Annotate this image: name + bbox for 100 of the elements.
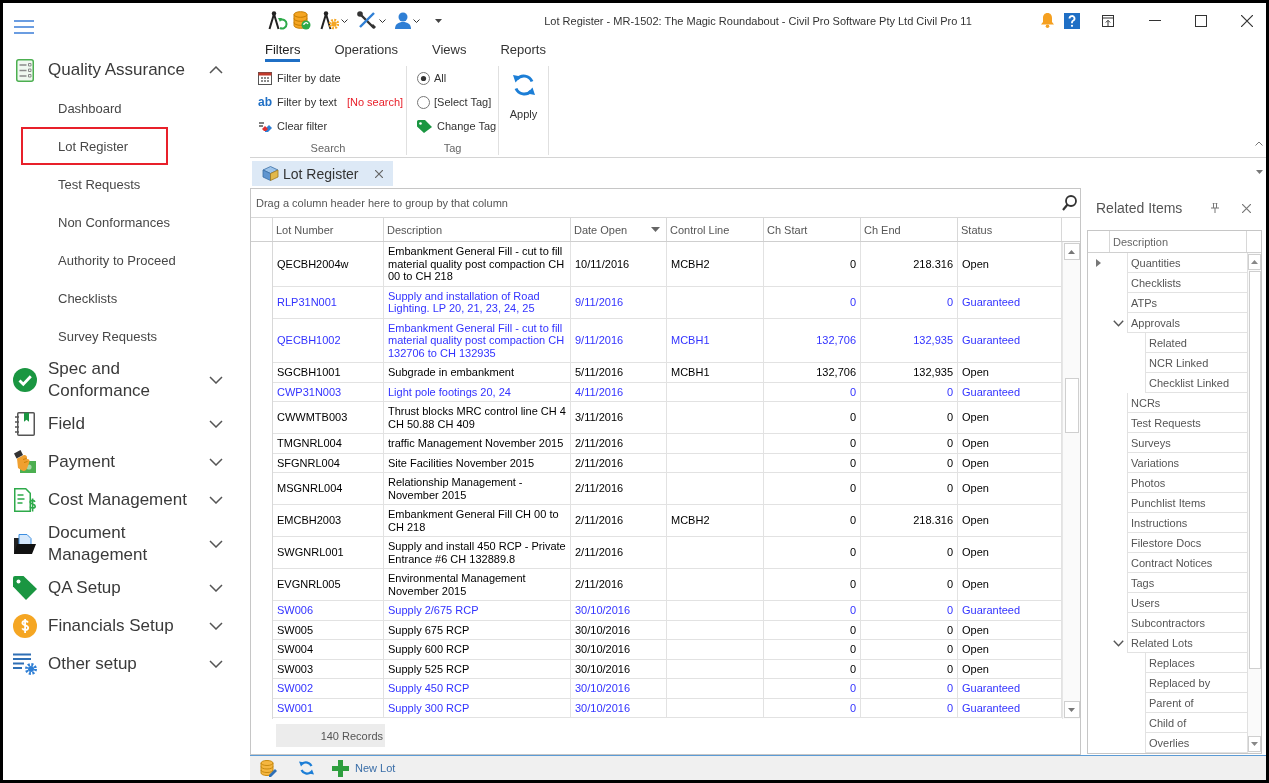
change-tag-button[interactable]: Change Tag: [417, 119, 497, 133]
sidebar-section-label[interactable]: Quality Assurance: [48, 59, 206, 81]
panel-arrow-icon[interactable]: [1102, 14, 1114, 27]
sidebar-item[interactable]: Dashboard: [21, 89, 168, 127]
filter-by-date-button[interactable]: Filter by date: [258, 71, 341, 85]
sidebar-item[interactable]: Survey Requests: [21, 317, 168, 355]
column-header[interactable]: Control Line: [667, 218, 764, 241]
new-lot-button[interactable]: New Lot: [332, 759, 396, 777]
table-row[interactable]: QECBH2004w Embankment General Fill - cut to fill material quality post compaction CH 00 to CH 218 10/11/2016 MCBH2 0 218.316 Open: [273, 242, 1062, 287]
table-row[interactable]: MSGNRL004 Relationship Management - November 2015 2/11/2016 0 0 Open: [273, 473, 1062, 505]
scrollbar-thumb[interactable]: [1248, 271, 1261, 669]
table-row[interactable]: TMGNRL004 traffic Management November 2015 2/11/2016 0 0 Open: [273, 434, 1062, 454]
database-sync-icon[interactable]: [293, 11, 311, 30]
filter-by-text-button[interactable]: ab Filter by text: [258, 95, 337, 109]
search-icon[interactable]: [1062, 195, 1077, 211]
radio-label[interactable]: All: [434, 72, 447, 84]
ribbon-tab[interactable]: Views: [432, 38, 467, 62]
table-row[interactable]: SW005 Supply 675 RCP 30/10/2016 0 0 Open: [273, 620, 1062, 640]
sidebar-section-label[interactable]: Field: [48, 413, 206, 435]
scroll-up-icon[interactable]: [1251, 260, 1258, 264]
radio-button[interactable]: [417, 71, 430, 85]
chevron-icon[interactable]: [209, 376, 223, 384]
clear-filter-button[interactable]: Clear filter: [258, 120, 328, 132]
tools-icon[interactable]: [357, 11, 377, 30]
sidebar-item[interactable]: Non Conformances: [21, 203, 176, 241]
apply-button[interactable]: Apply: [509, 72, 538, 120]
table-row[interactable]: SW003 Supply 525 RCP 30/10/2016 0 0 Open: [273, 659, 1062, 679]
chevron-down-icon[interactable]: [1112, 639, 1124, 647]
chevron-icon[interactable]: [209, 622, 223, 630]
chevron-icon[interactable]: [209, 420, 223, 428]
column-header[interactable]: Status: [958, 218, 1062, 241]
table-cell: MCBH2: [667, 242, 764, 286]
close-icon[interactable]: [1241, 14, 1253, 27]
sidebar-item[interactable]: Authority to Proceed: [21, 241, 182, 279]
chevron-icon[interactable]: [209, 458, 223, 466]
table-row[interactable]: SW006 Supply 2/675 RCP 30/10/2016 0 0 Guaranteed: [273, 601, 1062, 621]
column-header[interactable]: Description: [384, 218, 571, 241]
sidebar-section-label[interactable]: Cost Management: [48, 489, 206, 511]
table-row[interactable]: SGCBH1001 Subgrade in embankment 5/11/2016 MCBH1 132,706 132,935 Open: [273, 363, 1062, 383]
compass-refresh-icon[interactable]: [268, 11, 288, 30]
vertical-scrollbar[interactable]: [1062, 242, 1080, 719]
pin-icon[interactable]: [1211, 203, 1219, 213]
column-header[interactable]: Date Open: [571, 218, 667, 241]
scroll-down-icon[interactable]: [1251, 742, 1258, 746]
caret-icon[interactable]: [435, 18, 442, 23]
table-row[interactable]: EVGNRL005 Environmental Management November 2015 2/11/2016 0 0 Open: [273, 569, 1062, 601]
database-edit-icon[interactable]: [260, 759, 277, 777]
table-row[interactable]: CWP31N003 Light pole footings 20, 24 4/11/2016 0 0 Guaranteed: [273, 382, 1062, 402]
refresh-icon[interactable]: [299, 760, 314, 776]
table-row[interactable]: SWGNRL001 Supply and install 450 RCP - Private Entrance #6 CH 132889.8 2/11/2016 0 0 Open: [273, 537, 1062, 569]
menu-icon[interactable]: [14, 20, 34, 34]
chevron-icon[interactable]: [209, 584, 223, 592]
document-tab[interactable]: Lot Register: [252, 161, 394, 186]
chevron-icon[interactable]: [209, 66, 223, 74]
caret-icon[interactable]: [379, 18, 386, 23]
table-row[interactable]: RLP31N001 Supply and installation of Road Lighting. LP 20, 21, 23, 24, 25 9/11/2016 0 0 Guaranteed: [273, 286, 1062, 319]
radio-button[interactable]: [417, 95, 430, 109]
caret-icon[interactable]: [413, 18, 420, 23]
help-icon[interactable]: [1064, 12, 1080, 29]
column-header[interactable]: Ch Start: [764, 218, 861, 241]
column-header[interactable]: Lot Number: [273, 218, 384, 241]
table-cell: SW001: [273, 698, 384, 717]
scrollbar-thumb[interactable]: [1064, 378, 1079, 433]
chevron-icon[interactable]: [209, 496, 223, 504]
table-cell: 132,935: [861, 318, 958, 362]
ribbon-tab[interactable]: Operations: [334, 38, 398, 62]
column-header[interactable]: Ch End: [861, 218, 958, 241]
sidebar-section-label[interactable]: Payment: [48, 451, 206, 473]
sort-descending-icon[interactable]: [651, 227, 660, 232]
column-header[interactable]: Description: [1109, 231, 1247, 252]
ribbon-tab[interactable]: Reports: [500, 38, 546, 62]
caret-icon[interactable]: [341, 18, 348, 23]
table-cell: 0: [764, 640, 861, 659]
chevron-icon[interactable]: [209, 660, 223, 668]
table-row[interactable]: SW002 Supply 450 RCP 30/10/2016 0 0 Guaranteed: [273, 679, 1062, 699]
table-row[interactable]: QECBH1002 Embankment General Fill - cut to fill material quality post compaction CH 132706 to CH 132935 9/11/2016 MCBH1 132,706 132,935 Guaranteed: [273, 318, 1062, 363]
user-icon[interactable]: [395, 12, 411, 29]
sidebar-section-label[interactable]: QA Setup: [48, 577, 206, 599]
table-row[interactable]: CWWMTB003 Thrust blocks MRC control line CH 4 CH 50.88 CH 409 3/11/2016 0 0 Open: [273, 402, 1062, 434]
sidebar-section-label[interactable]: Financials Setup: [48, 615, 206, 637]
table-row[interactable]: EMCBH2003 Embankment General Fill CH 00 to CH 218 2/11/2016 MCBH2 0 218.316 Open: [273, 505, 1062, 537]
table-row[interactable]: SFGNRL004 Site Facilities November 2015 2/11/2016 0 0 Open: [273, 453, 1062, 473]
sidebar-section-label[interactable]: Spec and Conformance: [48, 358, 206, 402]
chevron-down-icon[interactable]: [1112, 319, 1124, 327]
table-row[interactable]: SW001 Supply 300 RCP 30/10/2016 0 0 Guaranteed: [273, 698, 1062, 718]
sidebar-section-label[interactable]: Document Management: [48, 522, 206, 566]
scroll-up-icon[interactable]: [1068, 249, 1075, 254]
sidebar-item[interactable]: Lot Register: [21, 127, 168, 165]
table-row[interactable]: SW004 Supply 600 RCP 30/10/2016 0 0 Open: [273, 640, 1062, 660]
collapse-icon[interactable]: [1255, 141, 1263, 146]
maximize-icon[interactable]: [1195, 14, 1207, 27]
radio-label[interactable]: [Select Tag]: [434, 96, 492, 108]
vertical-scrollbar[interactable]: [1247, 253, 1261, 753]
ribbon-tab[interactable]: Filters: [265, 38, 301, 62]
sidebar-section-label[interactable]: Other setup: [48, 653, 206, 675]
scroll-down-icon[interactable]: [1068, 707, 1075, 712]
sidebar-item[interactable]: Test Requests: [21, 165, 168, 203]
compass-gear-icon[interactable]: [320, 11, 339, 30]
chevron-icon[interactable]: [209, 540, 223, 548]
sidebar-item[interactable]: Checklists: [21, 279, 168, 317]
